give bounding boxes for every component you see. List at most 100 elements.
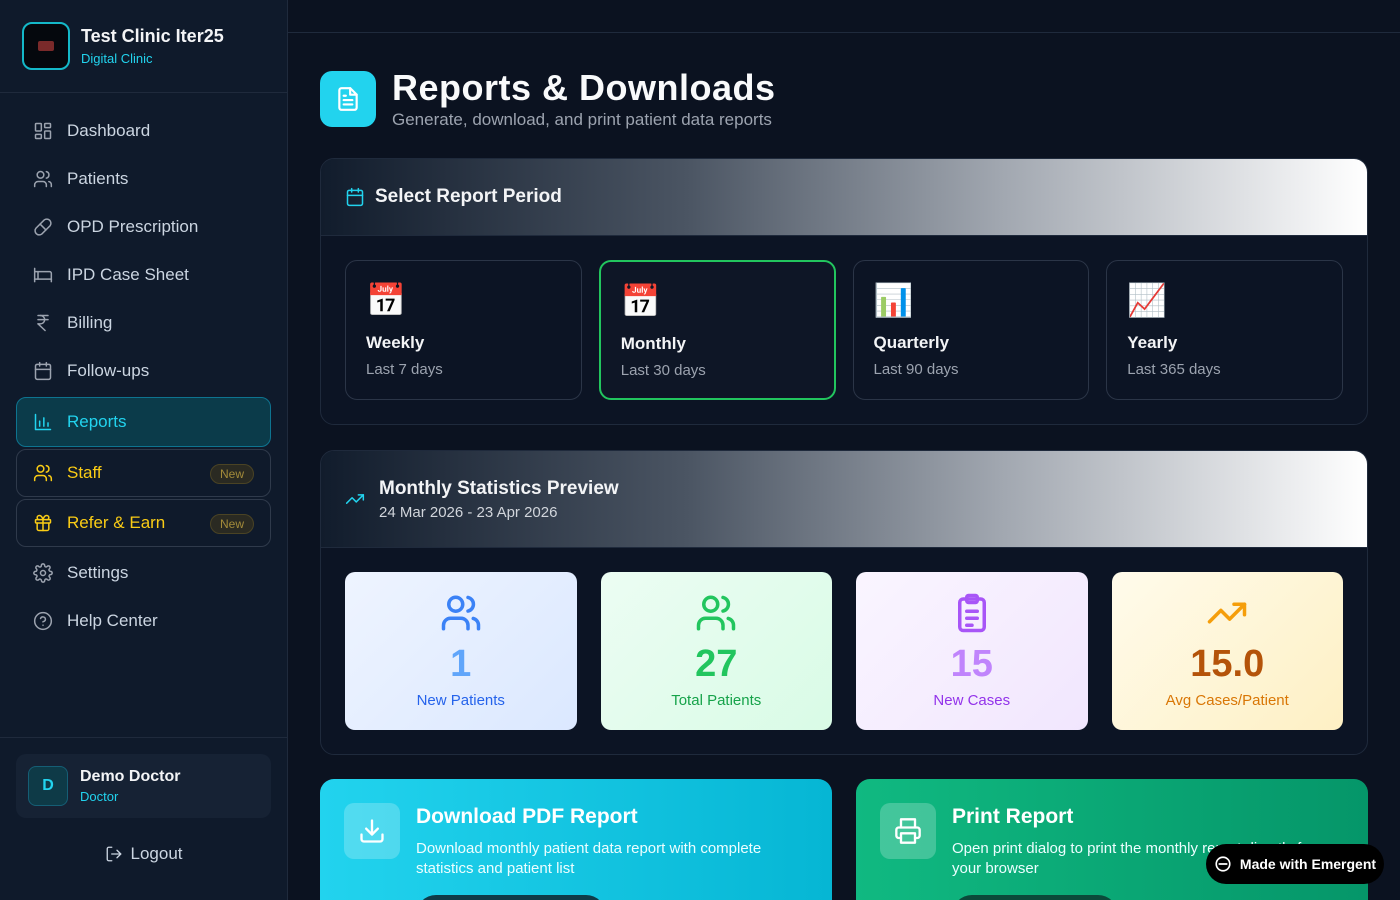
sidebar-item-ipd-case-sheet[interactable]: IPD Case Sheet: [16, 251, 271, 299]
sidebar-item-label: Billing: [67, 313, 113, 332]
sidebar-item-label: OPD Prescription: [67, 217, 199, 236]
period-label: Monthly: [620, 334, 686, 353]
stat-value: 27: [695, 643, 738, 685]
user-area: D Demo Doctor Doctor Logout: [0, 737, 287, 900]
sidebar-item-label: Patients: [67, 169, 129, 188]
clinic-name: Test Clinic Iter25: [81, 26, 224, 46]
action-title: Print Report: [952, 805, 1074, 828]
avatar: D: [28, 766, 68, 806]
logout-button[interactable]: Logout: [16, 844, 271, 864]
sidebar-item-label: Staff: [67, 463, 102, 482]
report-period-header: Select Report Period: [321, 159, 1367, 236]
stat-card-avg-cases: 15.0 Avg Cases/Patient: [1111, 572, 1343, 730]
period-label: Quarterly: [873, 333, 950, 352]
sidebar-item-dashboard[interactable]: Dashboard: [16, 107, 271, 155]
user-card[interactable]: D Demo Doctor Doctor: [16, 754, 271, 818]
pill-icon: [34, 218, 52, 236]
users-icon: [441, 595, 481, 631]
download-pdf-card[interactable]: Download PDF Report Download monthly pat…: [320, 779, 832, 900]
period-range: Last 90 days: [873, 361, 959, 378]
stat-label: Total Patients: [671, 692, 762, 709]
sidebar-item-reports[interactable]: Reports: [16, 397, 271, 447]
calendar-emoji-icon: 📅: [620, 283, 661, 319]
page-title: Reports & Downloads: [392, 67, 776, 108]
stat-label: New Patients: [416, 692, 505, 709]
sidebar: Test Clinic Iter25 Digital Clinic Dashbo…: [0, 0, 288, 900]
help-circle-icon: [33, 611, 53, 631]
clinic-subtitle: Digital Clinic: [81, 51, 153, 66]
date-range: 24 Mar 2026 - 23 Apr 2026: [379, 503, 558, 521]
sidebar-item-staff[interactable]: Staff New: [16, 449, 271, 497]
stat-label: New Cases: [933, 692, 1011, 709]
period-range: Last 7 days: [366, 361, 443, 378]
print-report-button[interactable]: [952, 895, 1118, 900]
stat-card-total-patients: 27 Total Patients: [600, 572, 832, 730]
panel-title: Monthly Statistics Preview: [379, 477, 619, 499]
sidebar-item-billing[interactable]: Billing: [16, 299, 271, 347]
period-label: Weekly: [366, 333, 425, 352]
made-with-label: Made with Emergent: [1239, 856, 1377, 872]
dashboard-icon: [34, 122, 52, 140]
trend-chart-emoji-icon: 📈: [1127, 282, 1168, 318]
period-option-weekly[interactable]: 📅 Weekly Last 7 days: [345, 260, 582, 400]
sidebar-item-patients[interactable]: Patients: [16, 155, 271, 203]
report-actions: Download PDF Report Download monthly pat…: [320, 779, 1368, 900]
action-description: Download monthly patient data report wit…: [416, 840, 762, 877]
gear-icon: [33, 563, 53, 583]
period-option-yearly[interactable]: 📈 Yearly Last 365 days: [1106, 260, 1343, 400]
stat-value: 1: [450, 643, 472, 685]
clipboard-list-icon: [957, 593, 986, 633]
trending-up-icon: [345, 494, 365, 504]
stat-card-new-patients: 1 New Patients: [345, 572, 577, 730]
sidebar-item-follow-ups[interactable]: Follow-ups: [16, 347, 271, 395]
calendar-emoji-icon: 📅: [366, 282, 406, 318]
action-title: Download PDF Report: [416, 805, 638, 828]
clinic-logo: [22, 22, 70, 70]
statistics-preview-panel: Monthly Statistics Preview 24 Mar 2026 -…: [320, 450, 1368, 755]
bar-chart-icon: [34, 413, 52, 431]
users-icon: [33, 170, 53, 188]
new-badge: New: [209, 464, 254, 484]
period-range: Last 30 days: [620, 362, 706, 379]
user-name: Demo Doctor: [80, 768, 181, 785]
calendar-icon: [34, 361, 52, 381]
sidebar-item-label: Reports: [67, 412, 127, 431]
download-icon: [344, 803, 400, 859]
sidebar-item-settings[interactable]: Settings: [16, 549, 271, 597]
sidebar-item-label: Follow-ups: [67, 361, 150, 380]
sidebar-item-label: Settings: [67, 563, 129, 582]
users-icon: [697, 595, 736, 631]
sidebar-item-help-center[interactable]: Help Center: [16, 597, 271, 645]
made-with-emergent-badge[interactable]: Made with Emergent: [1206, 844, 1384, 884]
top-bar: [288, 0, 1400, 33]
period-label: Yearly: [1127, 333, 1178, 352]
rupee-icon: [37, 314, 49, 332]
logout-icon: [106, 846, 121, 862]
period-option-quarterly[interactable]: 📊 Quarterly Last 90 days: [852, 260, 1090, 400]
period-options: 📅 Weekly Last 7 days 📅 Monthly Last 30 d…: [321, 236, 1367, 424]
sidebar-item-label: Refer & Earn: [67, 513, 166, 532]
stat-cards: 1 New Patients 27 Total Patients 15 New …: [321, 548, 1367, 754]
users-icon: [33, 464, 53, 482]
report-period-panel: Select Report Period 📅 Weekly Last 7 day…: [320, 158, 1368, 425]
brand-header[interactable]: Test Clinic Iter25 Digital Clinic: [0, 0, 287, 93]
page-header: Reports & Downloads Generate, download, …: [320, 68, 1368, 130]
sidebar-item-opd-prescription[interactable]: OPD Prescription: [16, 203, 271, 251]
sidebar-item-refer-earn[interactable]: Refer & Earn New: [16, 499, 271, 547]
sidebar-item-label: IPD Case Sheet: [67, 265, 189, 284]
sidebar-nav: Dashboard Patients OPD Prescription IPD …: [0, 93, 287, 659]
stat-value: 15.0: [1190, 643, 1265, 685]
trending-up-icon: [1208, 602, 1247, 624]
download-pdf-button[interactable]: [416, 895, 606, 900]
bed-icon: [33, 267, 53, 283]
file-text-icon: [320, 71, 376, 127]
printer-icon: [880, 803, 936, 859]
main-content: Reports & Downloads Generate, download, …: [320, 33, 1368, 900]
period-option-monthly[interactable]: 📅 Monthly Last 30 days: [598, 260, 836, 400]
new-badge: New: [209, 514, 254, 534]
page-subtitle: Generate, download, and print patient da…: [392, 110, 772, 129]
sidebar-item-label: Help Center: [67, 611, 158, 630]
statistics-preview-header: Monthly Statistics Preview 24 Mar 2026 -…: [321, 451, 1367, 548]
emergent-logo-icon: [1215, 856, 1231, 872]
sidebar-item-label: Dashboard: [67, 121, 151, 140]
